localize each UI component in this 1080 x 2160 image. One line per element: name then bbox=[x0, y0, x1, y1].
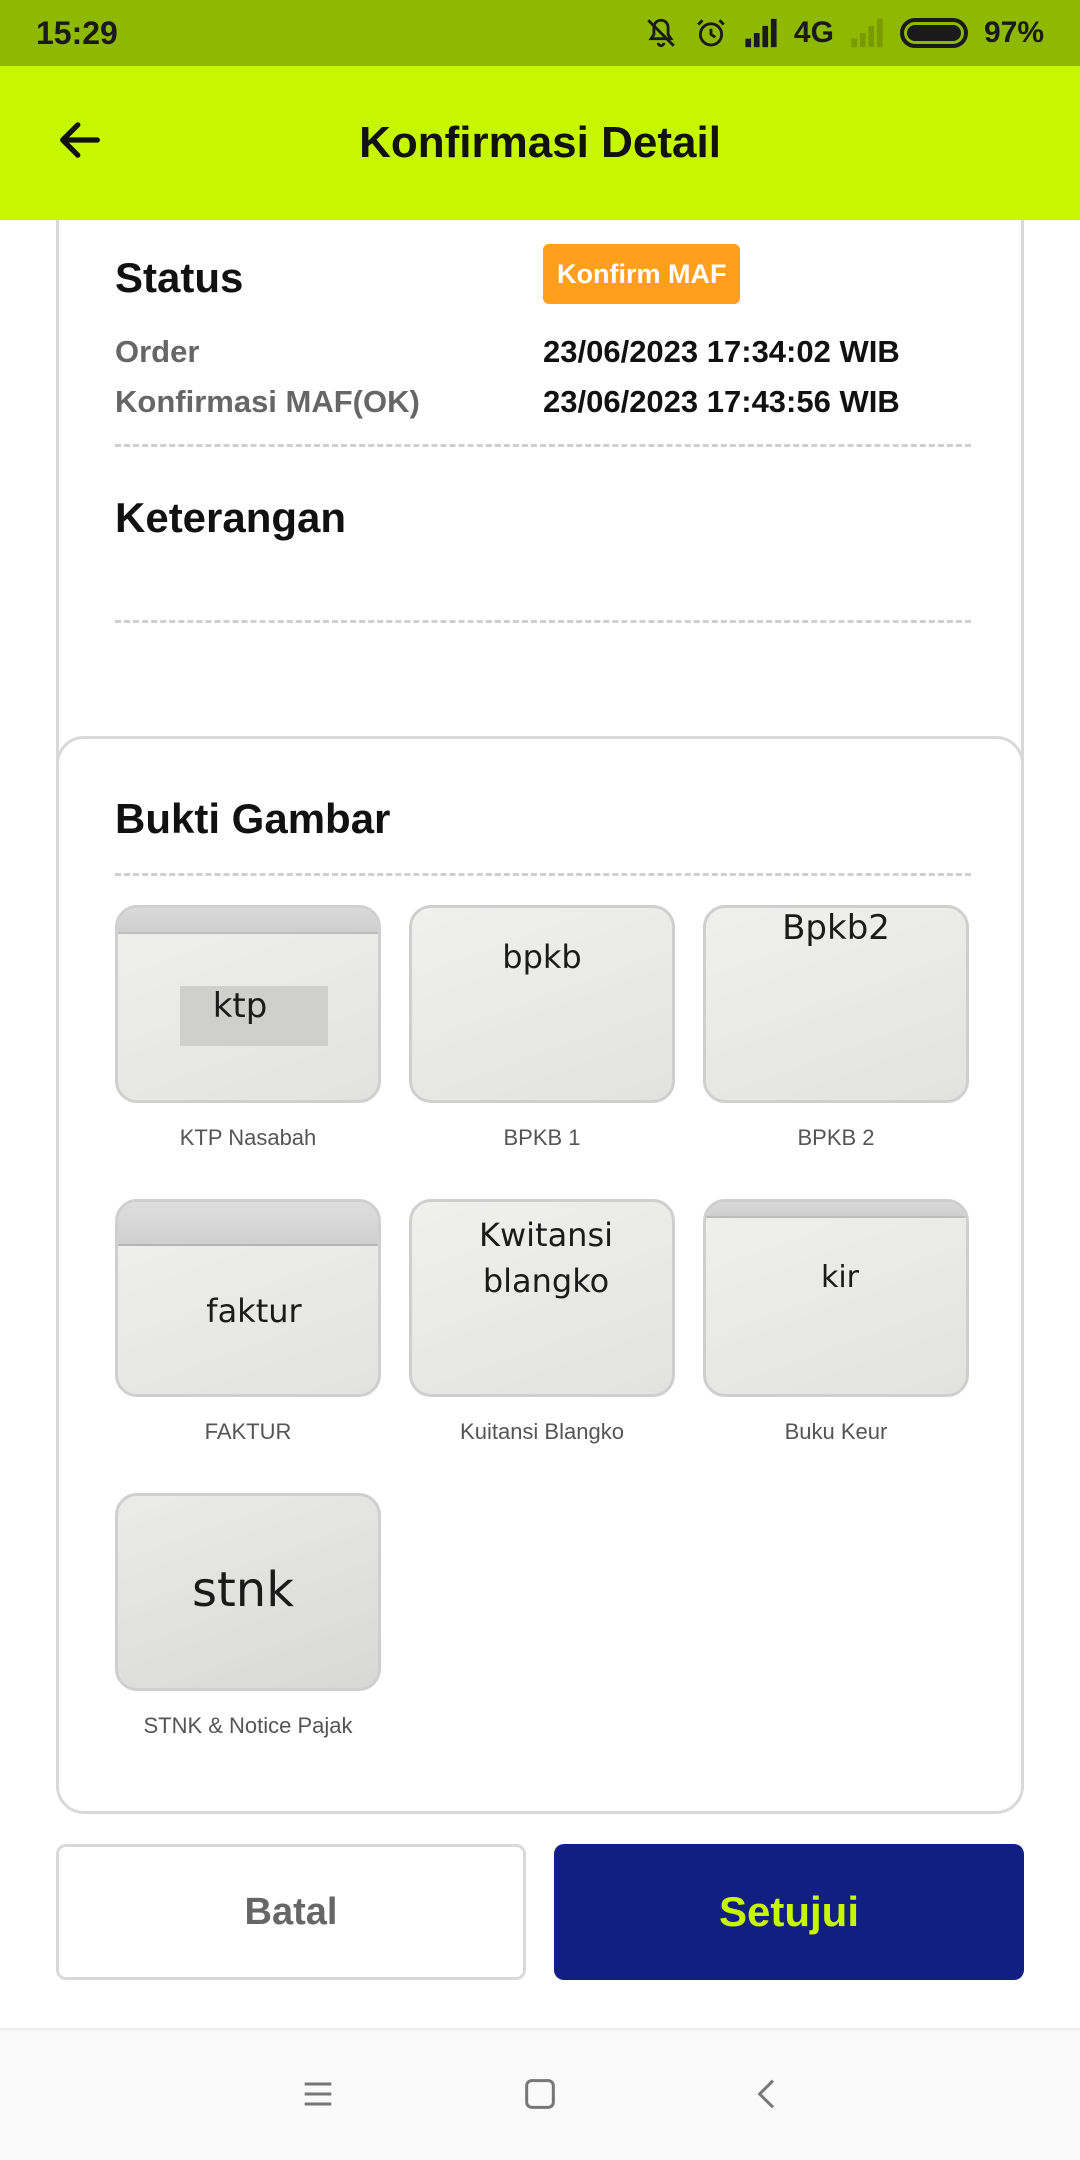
image-caption: STNK & Notice Pajak bbox=[143, 1713, 353, 1738]
image-thumb-buku-keur[interactable]: kir Buku Keur bbox=[703, 1199, 969, 1445]
image-caption: Buku Keur bbox=[784, 1419, 888, 1444]
system-nav-bar bbox=[0, 2028, 1080, 2160]
arrow-left-icon bbox=[54, 114, 106, 171]
ktp-photo: ktp bbox=[115, 905, 381, 1103]
menu-icon bbox=[298, 2074, 338, 2119]
home-button[interactable] bbox=[510, 2066, 570, 2126]
bpkb1-photo: bpkb bbox=[409, 905, 675, 1103]
order-value: 23/06/2023 17:34:02 WIB bbox=[543, 334, 900, 369]
konfirmasi-label: Konfirmasi MAF(OK) bbox=[115, 384, 420, 419]
image-caption: FAKTUR bbox=[204, 1419, 292, 1444]
image-thumb-kuitansi[interactable]: Kwitansi blangko Kuitansi Blangko bbox=[409, 1199, 675, 1445]
image-caption: BPKB 1 bbox=[503, 1125, 581, 1150]
approve-button[interactable]: Setujui bbox=[554, 1844, 1024, 1980]
image-thumb-ktp[interactable]: ktp KTP Nasabah bbox=[115, 905, 381, 1151]
system-status-bar: 15:29 4G 97% bbox=[0, 0, 1080, 66]
divider bbox=[115, 873, 971, 876]
network-type: 4G bbox=[793, 16, 834, 49]
status-badge: Konfirm MAF bbox=[543, 244, 741, 304]
image-thumb-faktur[interactable]: faktur FAKTUR bbox=[115, 1199, 381, 1445]
order-label: Order bbox=[115, 334, 200, 369]
photo-text: ktp bbox=[212, 986, 268, 1026]
photo-text: Bpkb2 bbox=[782, 908, 890, 948]
divider bbox=[115, 620, 971, 623]
photo-text-line1: Kwitansi bbox=[478, 1216, 614, 1254]
clock: 15:29 bbox=[36, 14, 118, 51]
bukti-gambar-card: Bukti Gambar ktp KTP Nasabah bpkb BPKB 1… bbox=[56, 736, 1024, 1814]
battery-icon bbox=[899, 18, 968, 48]
image-thumb-bpkb1[interactable]: bpkb BPKB 1 bbox=[409, 905, 675, 1151]
alarm-icon bbox=[694, 16, 728, 50]
buku-keur-photo: kir bbox=[703, 1199, 969, 1397]
faktur-photo: faktur bbox=[115, 1199, 381, 1397]
signal-icon bbox=[744, 18, 778, 48]
page-title: Konfirmasi Detail bbox=[359, 118, 721, 167]
signal-weak-icon bbox=[850, 18, 884, 48]
image-caption: KTP Nasabah bbox=[179, 1125, 317, 1150]
status-label: Status bbox=[115, 254, 244, 301]
menu-button[interactable] bbox=[288, 2066, 348, 2126]
system-back-button[interactable] bbox=[738, 2066, 798, 2126]
keterangan-label: Keterangan bbox=[115, 494, 347, 541]
divider bbox=[115, 444, 971, 447]
image-thumb-stnk[interactable]: stnk STNK & Notice Pajak bbox=[115, 1493, 381, 1739]
image-caption: BPKB 2 bbox=[797, 1125, 875, 1150]
kuitansi-photo: Kwitansi blangko bbox=[409, 1199, 675, 1397]
photo-text-line2: blangko bbox=[482, 1262, 610, 1300]
image-caption: Kuitansi Blangko bbox=[460, 1419, 624, 1444]
home-square-icon bbox=[520, 2074, 560, 2119]
photo-text: faktur bbox=[206, 1292, 302, 1330]
status-icons: 4G 97% bbox=[644, 16, 1044, 50]
bukti-gambar-title: Bukti Gambar bbox=[115, 795, 391, 842]
image-thumb-bpkb2[interactable]: Bpkb2 BPKB 2 bbox=[703, 905, 969, 1151]
bpkb2-photo: Bpkb2 bbox=[703, 905, 969, 1103]
photo-text: bpkb bbox=[502, 938, 582, 976]
mute-bell-icon bbox=[644, 16, 678, 50]
back-chevron-icon bbox=[748, 2074, 788, 2119]
scroll-content[interactable]: Status Konfirm MAF Order 23/06/2023 17:3… bbox=[0, 220, 1080, 2028]
cancel-button[interactable]: Batal bbox=[56, 1844, 526, 1980]
stnk-photo: stnk bbox=[115, 1493, 381, 1691]
battery-percent: 97% bbox=[983, 16, 1044, 49]
konfirmasi-value: 23/06/2023 17:43:56 WIB bbox=[543, 384, 900, 419]
photo-text: kir bbox=[820, 1260, 860, 1295]
app-bar: Konfirmasi Detail bbox=[0, 66, 1080, 220]
back-button[interactable] bbox=[50, 112, 110, 172]
photo-text: stnk bbox=[191, 1562, 295, 1618]
